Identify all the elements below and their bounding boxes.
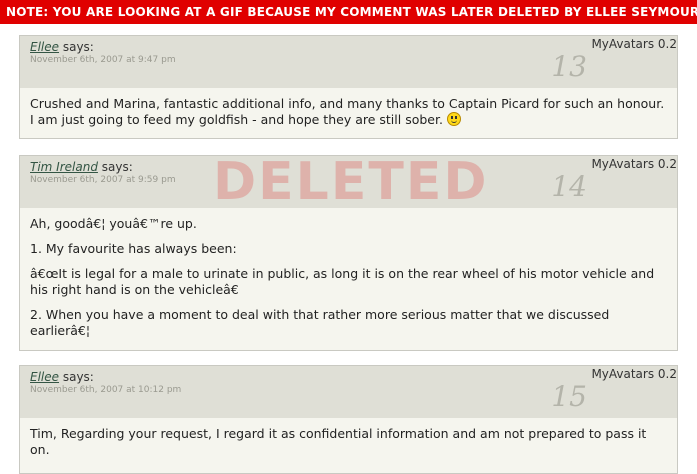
comment-header: Ellee says: November 6th, 2007 at 10:12 … (20, 366, 677, 418)
comment-text: Ah, goodâ€¦ youâ€™re up. (30, 216, 197, 231)
comment-15: Ellee says: November 6th, 2007 at 10:12 … (19, 365, 678, 474)
author-link[interactable]: Tim Ireland (30, 160, 98, 174)
author-link[interactable]: Ellee (30, 40, 59, 54)
comment-body: Crushed and Marina, fantastic additional… (20, 88, 677, 138)
author-line: Ellee says: (30, 370, 94, 384)
author-line: Ellee says: (30, 40, 94, 54)
myavatars-label: MyAvatars 0.2 (591, 37, 677, 51)
says-label: says: (101, 160, 133, 174)
says-label: says: (62, 40, 94, 54)
comment-13: Ellee says: November 6th, 2007 at 9:47 p… (19, 35, 678, 139)
comment-body: Ah, goodâ€¦ youâ€™re up. 1. My favourite… (20, 208, 677, 349)
comment-text: 2. When you have a moment to deal with t… (30, 307, 610, 338)
says-label: says: (62, 370, 94, 384)
comment-header: Ellee says: November 6th, 2007 at 9:47 p… (20, 36, 677, 88)
myavatars-label: MyAvatars 0.2 (591, 367, 677, 381)
comment-number: 13 (551, 50, 587, 83)
comment-text: Tim, Regarding your request, I regard it… (30, 426, 647, 457)
comment-14: Tim Ireland says: November 6th, 2007 at … (19, 155, 678, 351)
author-link[interactable]: Ellee (30, 370, 59, 384)
comment-text: 1. My favourite has always been: (30, 241, 237, 256)
comment-number: 14 (551, 170, 587, 203)
comment-date: November 6th, 2007 at 9:59 pm (30, 175, 176, 185)
myavatars-label: MyAvatars 0.2 (591, 157, 677, 171)
comment-date: November 6th, 2007 at 9:47 pm (30, 55, 176, 65)
comment-number: 15 (551, 380, 587, 413)
note-banner: NOTE: YOU ARE LOOKING AT A GIF BECAUSE M… (0, 0, 697, 24)
comment-text: â€œIt is legal for a male to urinate in … (30, 266, 655, 297)
comment-date: November 6th, 2007 at 10:12 pm (30, 385, 182, 395)
comment-header: Tim Ireland says: November 6th, 2007 at … (20, 156, 677, 208)
author-line: Tim Ireland says: (30, 160, 133, 174)
comment-text: Crushed and Marina, fantastic additional… (30, 96, 665, 127)
comment-body: Tim, Regarding your request, I regard it… (20, 418, 677, 468)
smiley-icon (446, 112, 461, 126)
